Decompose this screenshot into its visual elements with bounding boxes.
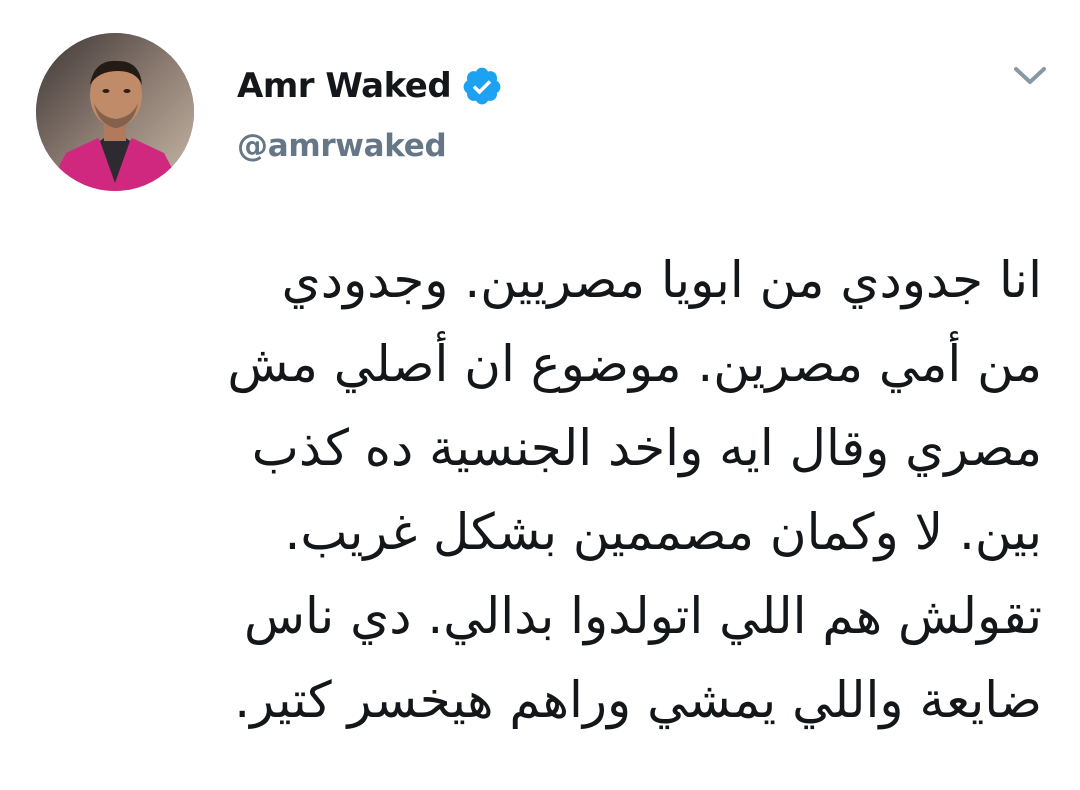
tweet-text-line: بين. لا وكمان مصممين بشكل غريب. (284, 503, 1043, 561)
author-display-name[interactable]: Amr Waked (237, 66, 452, 106)
tweet-text-line: من أمي مصرين. موضوع ان أصلي مش (227, 335, 1042, 393)
tweet-text-line: تقولش هم اللي اتولدوا بدالي. دي ناس (244, 587, 1042, 645)
tweet-text: انا جدودي من ابويا مصريين. وجدودي من أمي… (82, 238, 1042, 742)
author-name-row: Amr Waked (237, 62, 503, 110)
chevron-down-icon (1014, 67, 1046, 84)
verified-badge-icon (461, 65, 503, 107)
tweet-card[interactable]: Amr Waked @amrwaked انا جدودي من ابويا م… (0, 0, 1080, 790)
tweet-text-line: ضايعة واللي يمشي وراهم هيخسر كتير. (234, 671, 1042, 729)
tweet-menu-button[interactable] (1010, 62, 1050, 90)
tweet-text-line: مصري وقال ايه واخد الجنسية ده كذب (251, 419, 1042, 477)
profile-photo-icon (36, 33, 194, 191)
tweet-author[interactable]: Amr Waked @amrwaked (237, 62, 503, 164)
avatar[interactable] (36, 33, 194, 191)
author-handle[interactable]: @amrwaked (237, 128, 503, 164)
tweet-text-line: انا جدودي من ابويا مصريين. وجدودي (281, 251, 1042, 309)
